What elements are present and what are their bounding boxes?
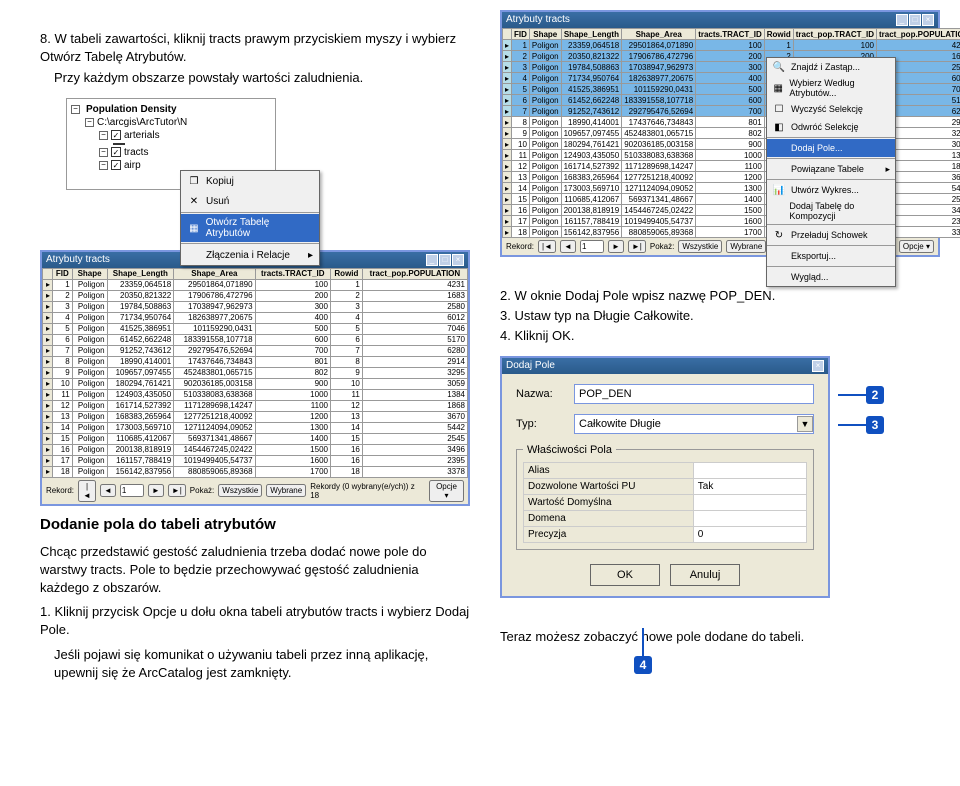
menu-clear-selection[interactable]: ☐Wyczyść Selekcję xyxy=(767,100,895,118)
name-label: Nazwa: xyxy=(516,388,566,400)
collapse-icon[interactable]: − xyxy=(99,148,108,157)
nav-first[interactable]: |◄ xyxy=(538,240,556,253)
chevron-down-icon: ▼ xyxy=(797,416,813,432)
close-icon[interactable]: × xyxy=(812,360,824,372)
menu-add-field[interactable]: Dodaj Pole... xyxy=(767,139,895,157)
record-input[interactable] xyxy=(120,484,144,497)
show-all-button[interactable]: Wszystkie xyxy=(218,484,262,497)
table-status-bar: Rekord: |◄ ◄ ► ►| Pokaż: Wszystkie Wybra… xyxy=(42,478,468,504)
record-input[interactable] xyxy=(580,240,604,253)
step-1: 1. Kliknij przycisk Opcje u dołu okna ta… xyxy=(40,603,470,639)
maximize-icon[interactable]: □ xyxy=(909,14,921,26)
cancel-button[interactable]: Anuluj xyxy=(670,564,740,586)
final-note: Teraz możesz zobaczyć nowe pole dodane d… xyxy=(500,628,940,646)
ctx-open-attribute-table[interactable]: ▦Otwórz Tabelę Atrybutów xyxy=(181,214,319,242)
menu-create-chart[interactable]: 📊Utwórz Wykres... xyxy=(767,181,895,199)
layer-checkbox[interactable]: ✓ xyxy=(111,130,121,140)
menu-related-tables[interactable]: Powiązane Tabele▸ xyxy=(767,160,895,178)
copy-icon: ❐ xyxy=(187,174,201,188)
attribute-table[interactable]: FIDShapeShape_LengthShape_Areatracts.TRA… xyxy=(42,268,468,478)
callout-badge-4: 4 xyxy=(634,656,652,674)
ctx-joins-relates[interactable]: Złączenia i Relacje▸ xyxy=(181,245,319,265)
minimize-icon[interactable]: _ xyxy=(896,14,908,26)
collapse-icon[interactable]: − xyxy=(99,131,108,140)
nav-last[interactable]: ►| xyxy=(628,240,646,253)
window-title: Atrybuty tracts xyxy=(46,254,110,266)
nav-last[interactable]: ►| xyxy=(168,484,186,497)
nav-next[interactable]: ► xyxy=(608,240,624,253)
options-menu: 🔍Znajdź i Zastąp... ▦Wybierz Według Atry… xyxy=(766,57,896,287)
reload-icon: ↻ xyxy=(772,228,786,242)
menu-add-to-layout[interactable]: Dodaj Tabelę do Kompozycji xyxy=(767,199,895,223)
find-icon: 🔍 xyxy=(772,60,786,74)
line-symbol-icon xyxy=(113,143,125,145)
show-all-button[interactable]: Wszystkie xyxy=(678,240,722,253)
layer-checkbox[interactable]: ✓ xyxy=(111,147,121,157)
menu-reload-cache[interactable]: ↻Przeładuj Schowek xyxy=(767,226,895,244)
show-selected-button[interactable]: Wybrane xyxy=(726,240,766,253)
field-name-input[interactable] xyxy=(574,384,814,404)
context-menu: ❐Kopiuj ✕Usuń ▦Otwórz Tabelę Atrybutów Z… xyxy=(180,170,320,266)
collapse-icon[interactable]: − xyxy=(99,161,108,170)
nav-prev[interactable]: ◄ xyxy=(560,240,576,253)
type-label: Typ: xyxy=(516,418,566,430)
close-icon[interactable]: × xyxy=(922,14,934,26)
menu-find-replace[interactable]: 🔍Znajdź i Zastąp... xyxy=(767,58,895,76)
window-title: Atrybuty tracts xyxy=(506,14,570,26)
layer-checkbox[interactable]: ✓ xyxy=(111,160,121,170)
menu-appearance[interactable]: Wygląd... xyxy=(767,268,895,286)
callout-badge-3: 3 xyxy=(866,416,884,434)
nav-next[interactable]: ► xyxy=(148,484,164,497)
minimize-icon[interactable]: _ xyxy=(426,254,438,266)
ctx-copy[interactable]: ❐Kopiuj xyxy=(181,171,319,191)
remove-icon: ✕ xyxy=(187,194,201,208)
clear-icon: ☐ xyxy=(772,102,786,116)
callout-badge-2: 2 xyxy=(866,386,884,404)
collapse-icon[interactable]: − xyxy=(71,105,80,114)
close-icon[interactable]: × xyxy=(452,254,464,266)
steps-right: 2. W oknie Dodaj Pole wpisz nazwę POP_DE… xyxy=(500,287,940,346)
collapse-icon[interactable]: − xyxy=(85,118,94,127)
ok-button[interactable]: OK xyxy=(590,564,660,586)
ctx-remove[interactable]: ✕Usuń xyxy=(181,191,319,211)
attribute-table-window-top: Atrybuty tracts _□× FIDShapeShape_Length… xyxy=(500,10,940,257)
switch-icon: ◧ xyxy=(772,120,786,134)
dialog-title: Dodaj Pole xyxy=(506,360,555,372)
menu-switch-selection[interactable]: ◧Odwróć Selekcję xyxy=(767,118,895,136)
step-1-note: Jeśli pojawi się komunikat o używaniu ta… xyxy=(54,646,470,682)
menu-select-by-attr[interactable]: ▦Wybierz Według Atrybutów... xyxy=(767,76,895,100)
window-controls: _□× xyxy=(425,254,464,266)
maximize-icon[interactable]: □ xyxy=(439,254,451,266)
section-heading: Dodanie pola do tabeli atrybutów xyxy=(40,516,470,533)
menu-export[interactable]: Eksportuj... xyxy=(767,247,895,265)
field-type-select[interactable]: Całkowite Długie▼ xyxy=(574,414,814,434)
step-8-text: 8. W tabeli zawartości, kliknij tracts p… xyxy=(40,30,470,88)
options-button[interactable]: Opcje ▾ xyxy=(429,480,464,502)
nav-prev[interactable]: ◄ xyxy=(100,484,116,497)
nav-first[interactable]: |◄ xyxy=(78,480,96,502)
show-selected-button[interactable]: Wybrane xyxy=(266,484,306,497)
chart-icon: 📊 xyxy=(772,183,786,197)
attribute-table-window: Atrybuty tracts _□× FIDShapeShape_Length… xyxy=(40,250,470,506)
select-icon: ▦ xyxy=(772,81,784,95)
add-field-dialog: Dodaj Pole × Nazwa: Typ: Całkowite Długi… xyxy=(500,356,830,598)
layer-tracts[interactable]: tracts xyxy=(124,147,148,158)
field-properties-group: Właściwości Pola Alias Dozwolone Wartośc… xyxy=(516,444,814,550)
table-icon: ▦ xyxy=(187,221,201,235)
options-button[interactable]: Opcje ▾ xyxy=(899,240,934,253)
section-body: Chcąc przedstawić gestość zaludnienia tr… xyxy=(40,543,470,598)
